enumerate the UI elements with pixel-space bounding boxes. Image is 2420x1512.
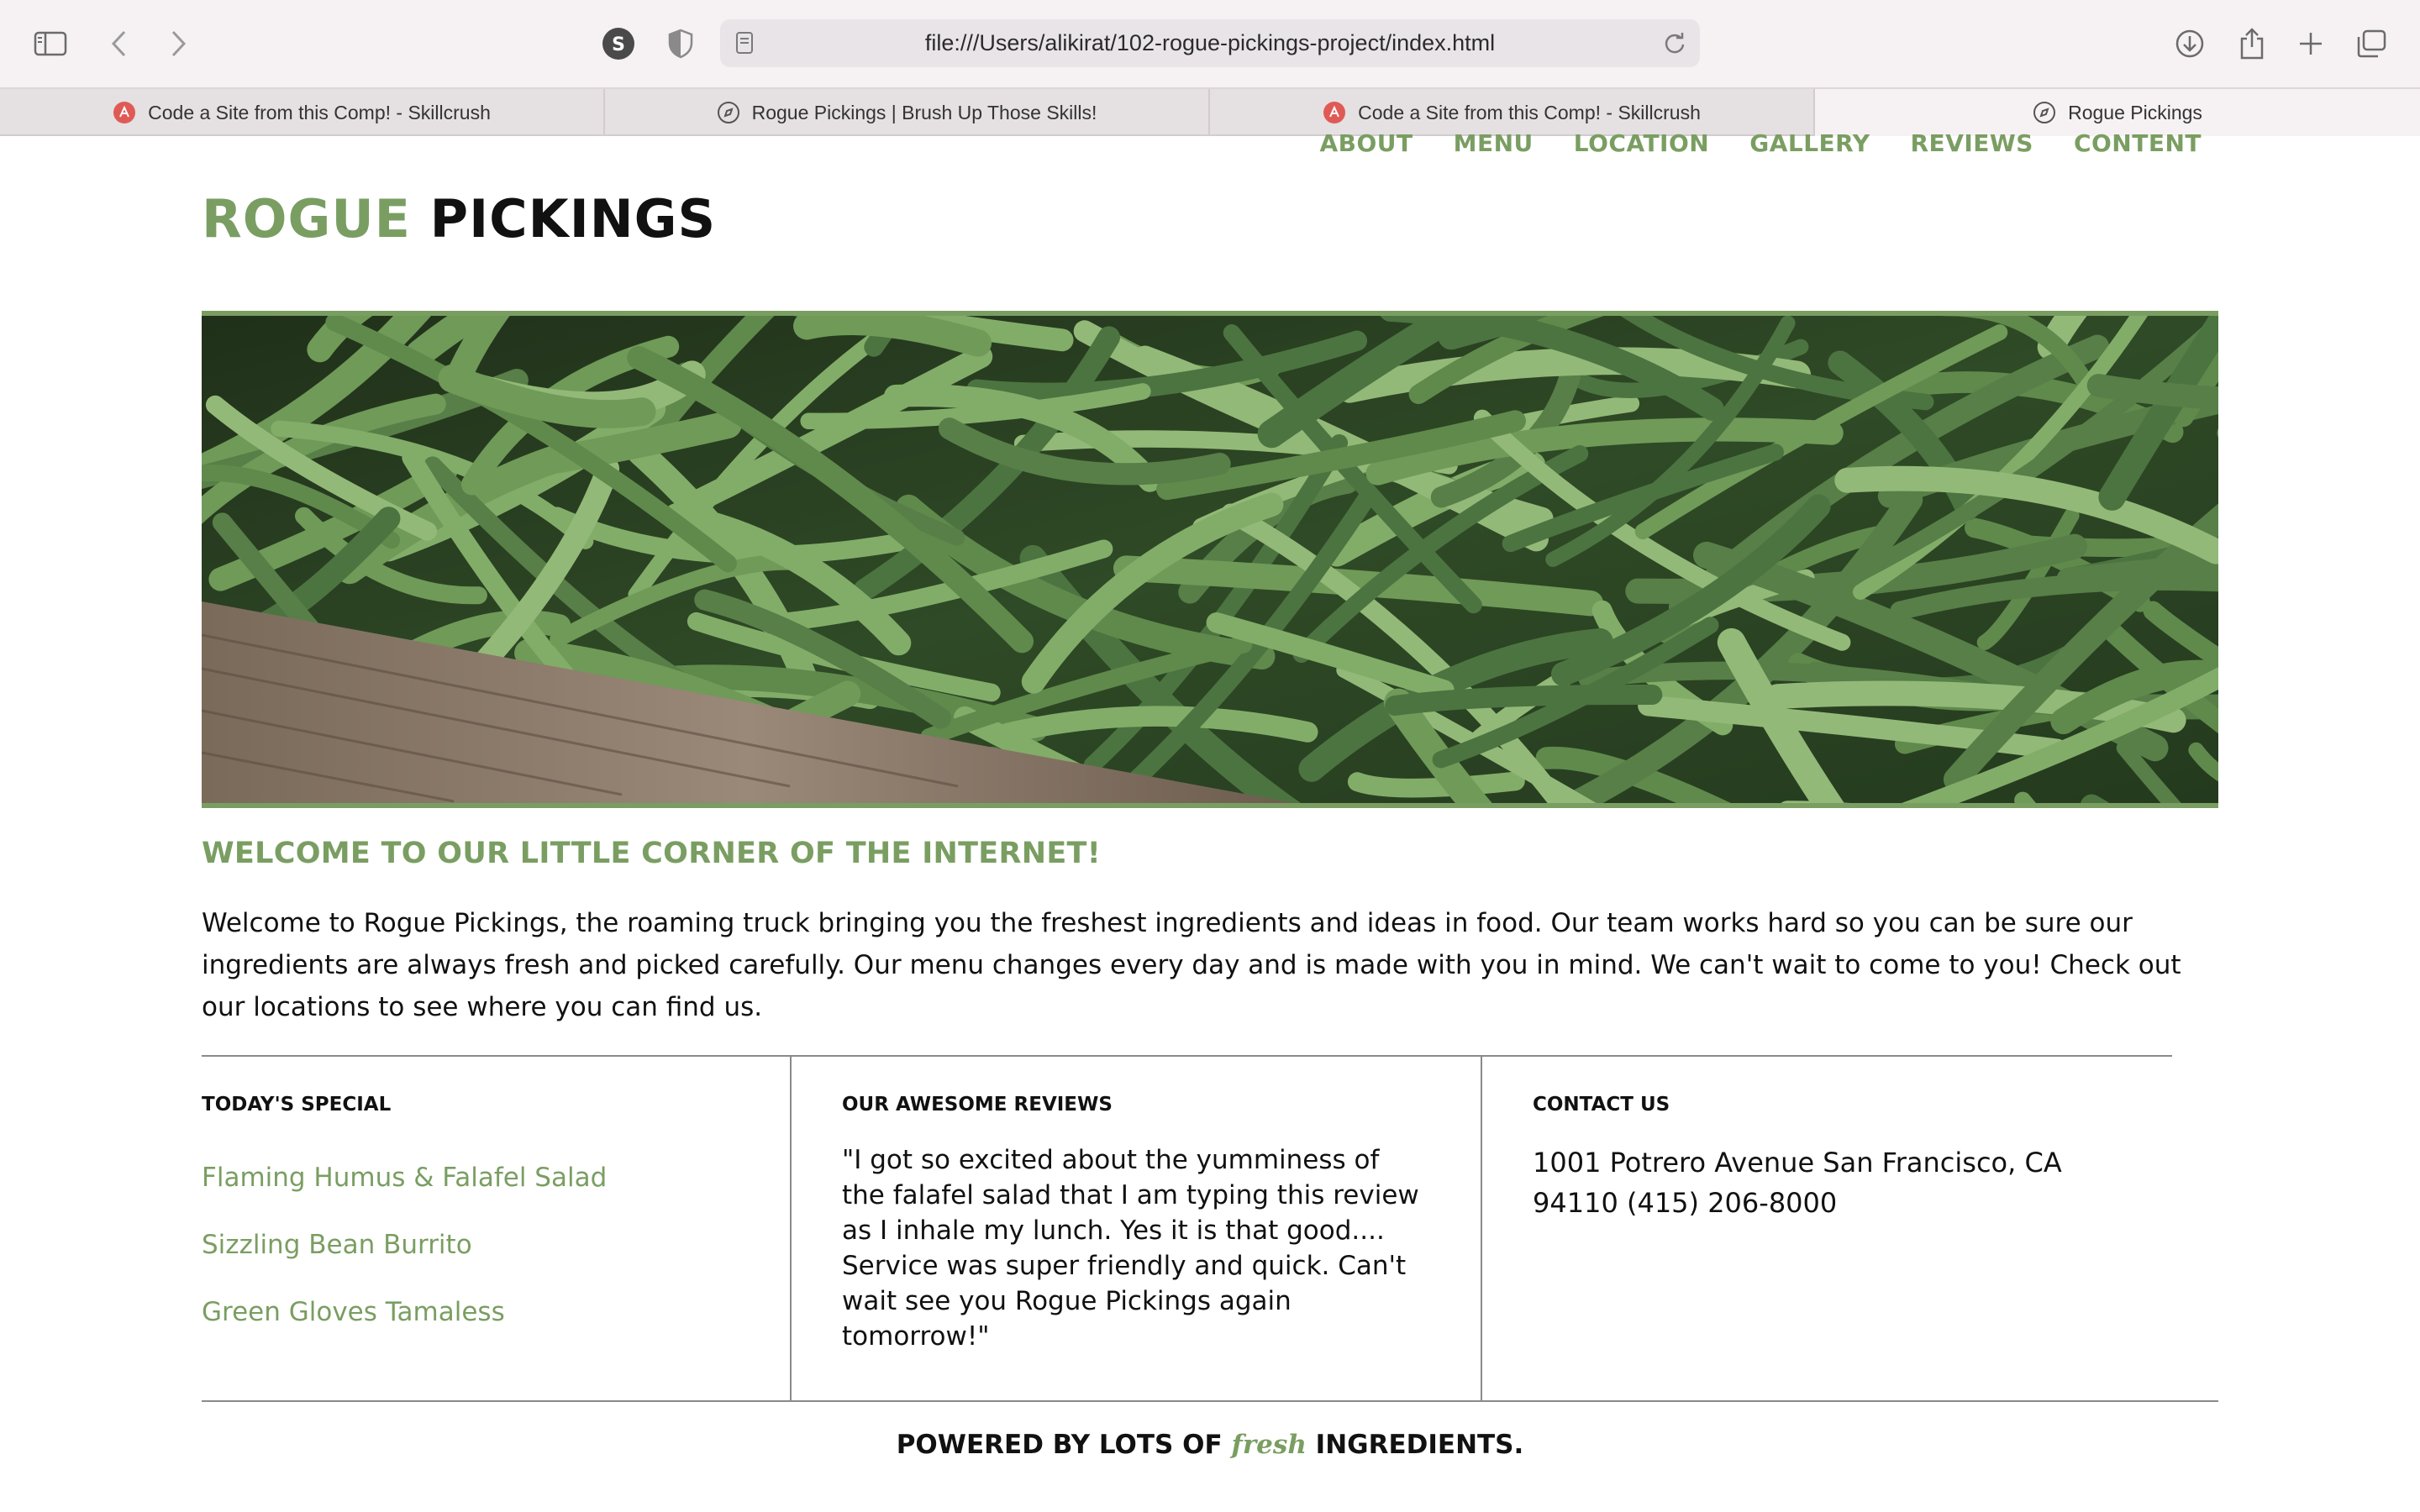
- bean-shape: [1347, 771, 1525, 798]
- forward-icon[interactable]: [156, 22, 200, 66]
- tab-label: Code a Site from this Comp! - Skillcrush: [148, 101, 491, 123]
- tab-label: Rogue Pickings: [2068, 101, 2202, 123]
- nav-content[interactable]: CONTENT: [2074, 132, 2202, 155]
- contact-heading: CONTACT US: [1533, 1094, 1670, 1116]
- download-icon[interactable]: [2168, 22, 2212, 66]
- footer-text-after: INGREDIENTS.: [1315, 1430, 1524, 1460]
- footer-text-fresh: fresh: [1231, 1430, 1307, 1460]
- nav-gallery[interactable]: GALLERY: [1749, 132, 1870, 155]
- tab-skillcrush-1[interactable]: Code a Site from this Comp! - Skillcrush: [0, 89, 605, 136]
- reload-icon[interactable]: [1663, 31, 1686, 59]
- todays-special-heading: TODAY'S SPECIAL: [202, 1094, 392, 1116]
- site-logo[interactable]: ROGUE PICKINGS: [202, 188, 716, 249]
- back-icon[interactable]: [97, 22, 141, 66]
- footer-text-before: POWERED BY LOTS OF: [896, 1430, 1223, 1460]
- share-icon[interactable]: [2230, 22, 2274, 66]
- tab-label: Rogue Pickings | Brush Up Those Skills!: [751, 101, 1097, 123]
- bean-shape: [1385, 684, 1663, 716]
- nav-about[interactable]: ABOUT: [1319, 132, 1413, 155]
- logo-second-word: PICKINGS: [429, 188, 717, 249]
- logo-first-word: ROGUE: [202, 188, 412, 249]
- nav-reviews[interactable]: REVIEWS: [1911, 132, 2033, 155]
- special-item-1[interactable]: Flaming Humus & Falafel Salad: [202, 1163, 607, 1193]
- skillcrush-icon: [1323, 102, 1346, 123]
- special-item-3[interactable]: Green Gloves Tamaless: [202, 1297, 505, 1327]
- new-tab-icon[interactable]: [2289, 22, 2333, 66]
- column-divider-2: [1481, 1056, 1482, 1401]
- nav-menu[interactable]: MENU: [1454, 132, 1534, 155]
- review-quote: "I got so excited about the yumminess of…: [842, 1145, 1419, 1352]
- url-text[interactable]: file:///Users/alikirat/102-rogue-picking…: [720, 19, 1700, 67]
- hero-image-green-beans: [202, 311, 2218, 808]
- browser-toolbar: S file:///Users/alikirat/102-rogue-picki…: [0, 0, 2420, 87]
- site-nav: ABOUT MENU LOCATION GALLERY REVIEWS CONT…: [1319, 132, 2202, 155]
- welcome-paragraph: Welcome to Rogue Pickings, the roaming t…: [202, 908, 2181, 1022]
- column-divider-1: [790, 1056, 792, 1401]
- tab-rogue-pickings-brush-up[interactable]: Rogue Pickings | Brush Up Those Skills!: [605, 89, 1210, 136]
- extension-s-icon[interactable]: S: [597, 22, 640, 66]
- reviews-heading: OUR AWESOME REVIEWS: [842, 1094, 1113, 1116]
- section-divider-bottom: [202, 1400, 2218, 1402]
- svg-text:S: S: [612, 34, 625, 55]
- compass-icon: [2033, 102, 2056, 123]
- tab-label: Code a Site from this Comp! - Skillcrush: [1358, 101, 1701, 123]
- web-page: ABOUT MENU LOCATION GALLERY REVIEWS CONT…: [0, 132, 2420, 1512]
- welcome-heading: WELCOME TO OUR LITTLE CORNER OF THE INTE…: [202, 837, 1101, 870]
- footer-tagline: POWERED BY LOTS OF fresh INGREDIENTS.: [0, 1430, 2420, 1460]
- address-bar[interactable]: file:///Users/alikirat/102-rogue-picking…: [720, 19, 1700, 67]
- nav-location[interactable]: LOCATION: [1574, 132, 1709, 155]
- section-divider-top: [202, 1055, 2172, 1057]
- special-item-2[interactable]: Sizzling Bean Burrito: [202, 1230, 472, 1260]
- tab-overview-icon[interactable]: [2349, 22, 2393, 66]
- tab-strip: Code a Site from this Comp! - Skillcrush…: [0, 87, 2420, 136]
- skillcrush-icon: [113, 102, 136, 123]
- bean-shape: [2086, 374, 2218, 410]
- sidebar-icon[interactable]: [29, 22, 72, 66]
- compass-icon: [717, 102, 739, 123]
- privacy-shield-icon[interactable]: [659, 22, 702, 66]
- contact-address: 1001 Potrero Avenue San Francisco, CA 94…: [1533, 1147, 2062, 1219]
